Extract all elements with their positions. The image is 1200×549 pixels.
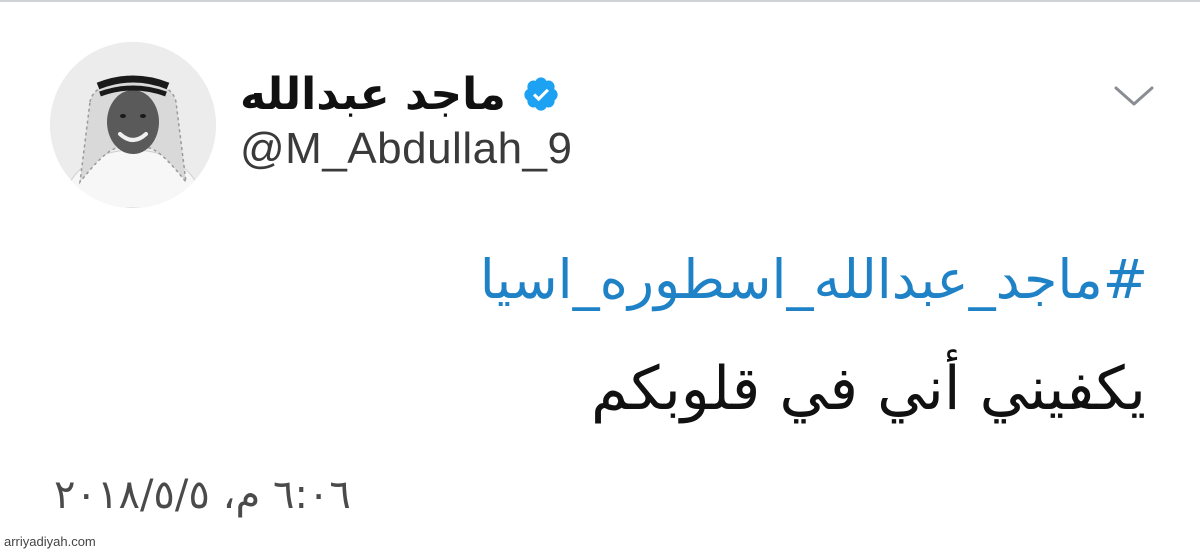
author-name-row[interactable]: ماجد عبدالله [240,62,560,126]
source-watermark: arriyadiyah.com [4,534,96,549]
author-handle[interactable]: @M_Abdullah_9 [240,124,572,174]
tweet-card: ماجد عبدالله @M_Abdullah_9 #ماجد_عبدالله… [0,0,1200,549]
tweet-timestamp[interactable]: ٦:٠٦ م، ٢٠١٨/٥/٥ [54,472,351,518]
chevron-down-icon[interactable] [1112,80,1156,110]
tweet-hashtag-link[interactable]: #ماجد_عبدالله_اسطوره_اسيا [480,248,1148,311]
author-avatar[interactable] [50,42,216,208]
verified-badge-icon [524,77,558,111]
tweet-body-text: يكفيني أني في قلوبكم [591,354,1146,424]
user-avatar-icon [50,42,216,208]
author-display-name[interactable]: ماجد عبدالله [240,69,506,120]
